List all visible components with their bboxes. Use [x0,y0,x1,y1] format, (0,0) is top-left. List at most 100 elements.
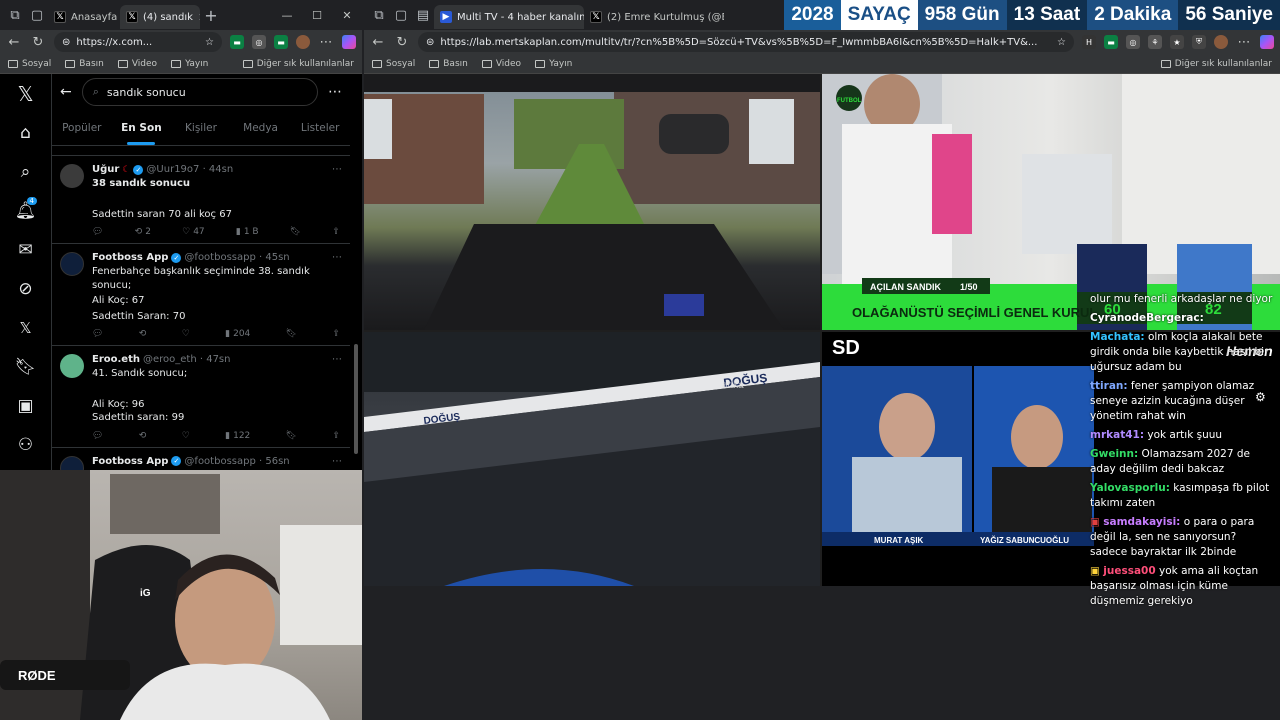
maximize-icon[interactable]: ☐ [302,9,332,22]
reply-icon[interactable]: 💬︎ [92,329,103,339]
profile-icon[interactable]: ⧉ [368,4,390,26]
premium-icon[interactable]: 𝕏 [0,308,51,347]
tweet[interactable]: Eroo.eth @eroo_eth · 47sn ⋯ 41. Sandık s… [52,346,350,448]
tab-x-profile[interactable]: 𝕏 (2) Emre Kurtulmuş (@EmreKurtu [584,5,724,29]
bookmark-folder[interactable]: Sosyal [372,59,415,69]
address-bar[interactable]: ⊜ https://lab.mertskaplan.com/multitv/tr… [418,32,1074,52]
address-bar[interactable]: ⊜ https://x.com... ☆ [54,32,222,52]
menu-icon[interactable]: ⋯ [1236,35,1252,50]
extension-icon[interactable]: ▬ [1104,35,1118,49]
close-window-icon[interactable]: ✕ [332,9,362,22]
tweet-handle[interactable]: @footbossapp · 56sn [184,456,289,467]
shield-icon[interactable]: ⛨ [1192,35,1206,49]
retweet-button[interactable]: ⟲ 2 [135,227,151,237]
tab-multitv[interactable]: ▶ Multi TV - 4 haber kanalını a ✕ [434,5,584,29]
scrollbar[interactable] [354,344,358,454]
tweet-handle[interactable]: @Uur19o7 · 44sn [146,164,233,175]
star-icon[interactable]: ☆ [1057,37,1066,48]
tab-people[interactable]: Kişiler [171,110,231,145]
bookmark-folder[interactable]: Yayın [171,59,208,69]
avatar[interactable] [60,164,84,188]
more-options-icon[interactable]: ⋯ [332,252,342,263]
favorites-icon[interactable]: ★ [1170,35,1184,49]
extension-icon[interactable]: H [1082,35,1096,49]
avatar[interactable] [60,354,84,378]
bookmark-icon[interactable]: 🔖︎ [290,227,301,237]
tweet[interactable]: Uğur ☾ ✓ @Uur19o7 · 44sn ⋯ 38 sandık son… [52,156,350,244]
tweet-author[interactable]: Uğur [92,164,119,175]
video-feed-stadium[interactable]: DOĞUŞ DOĞUŞ anka [364,332,820,586]
communities-icon[interactable]: ⚇ [0,425,51,464]
tab-home[interactable]: 𝕏 Anasayfa / [48,5,120,29]
avatar[interactable] [60,455,84,470]
tweet-handle[interactable]: @footbossapp · 45sn [184,252,289,263]
tab-search[interactable]: 𝕏 (4) sandık ✕ [120,5,200,29]
more-options-icon[interactable]: ⋯ [332,354,342,365]
x-logo-icon[interactable]: 𝕏 [0,74,51,113]
retweet-icon[interactable]: ⟲ [139,329,147,339]
more-options-icon[interactable]: ⋯ [332,164,342,175]
extension-icon[interactable]: ◎ [1126,35,1140,49]
like-button[interactable]: ♡ 47 [182,227,205,237]
reload-icon[interactable]: ↻ [394,35,410,50]
share-icon[interactable]: ⇪ [332,431,340,441]
bookmark-folder[interactable]: Video [117,59,157,69]
extension-icon[interactable]: ▬ [274,35,288,49]
tab-latest[interactable]: En Son [112,110,172,145]
extension-icon[interactable]: ⚘ [1148,35,1162,49]
tweet-author[interactable]: Eroo.eth [92,354,140,365]
copilot-icon[interactable] [1260,35,1274,49]
views-button[interactable]: ▮ 204 [225,329,250,339]
bookmark-folder[interactable]: Yayın [535,59,572,69]
bookmark-folder[interactable]: Basın [429,59,468,69]
retweet-icon[interactable]: ⟲ [139,431,147,441]
bookmark-folder[interactable]: Sosyal [8,59,51,69]
copilot-icon[interactable] [342,35,356,49]
more-options-icon[interactable]: ⋯ [328,84,342,100]
tweet[interactable]: Footboss App ✓ @footbossapp · 45sn ⋯ Fen… [52,244,350,346]
site-info-icon[interactable]: ⊜ [62,37,70,48]
messages-icon[interactable]: ✉ [0,230,51,269]
tab-actions-icon[interactable]: ▢ [26,4,48,26]
profile-icon[interactable]: ⧉ [4,4,26,26]
new-tab-button[interactable]: + [200,4,222,26]
bookmark-icon[interactable]: 🔖︎ [286,329,297,339]
tweet[interactable]: Footboss App ✓ @footbossapp · 56sn ⋯ [52,448,350,470]
share-icon[interactable]: ⇪ [332,329,340,339]
other-bookmarks[interactable]: Diğer sık kullanılanlar [242,59,354,69]
tab-popular[interactable]: Popüler [52,110,112,145]
search-input[interactable]: ⌕ sandık sonucu [81,78,318,106]
tweet-author[interactable]: Footboss App [92,252,168,263]
search-icon[interactable]: ⌕ [0,152,51,191]
workspace-icon[interactable]: ▤ [412,4,434,26]
star-icon[interactable]: ☆ [205,37,214,48]
back-arrow-icon[interactable]: ← [60,84,72,100]
views-button[interactable]: ▮ 1 B [236,227,259,237]
tweet-author[interactable]: Footboss App [92,456,168,467]
extension-icon[interactable]: ▬ [230,35,244,49]
views-button[interactable]: ▮ 122 [225,431,250,441]
bookmark-folder[interactable]: Video [481,59,521,69]
avatar[interactable] [1214,35,1228,49]
site-info-icon[interactable]: ⊜ [426,37,434,48]
reply-icon[interactable]: 💬︎ [92,431,103,441]
tab-lists[interactable]: Listeler [290,110,350,145]
other-bookmarks[interactable]: Diğer sık kullanılanlar [1160,59,1272,69]
share-icon[interactable]: ⇪ [332,227,340,237]
video-feed-tram[interactable] [364,74,820,330]
tab-media[interactable]: Medya [231,110,291,145]
back-icon[interactable]: ← [370,35,386,50]
avatar[interactable] [296,35,310,49]
notifications-icon[interactable]: 🔔︎ 4 [0,191,51,230]
avatar[interactable] [60,252,84,276]
bookmark-icon[interactable]: 🔖︎ [286,431,297,441]
reply-icon[interactable]: 💬︎ [92,227,103,237]
like-icon[interactable]: ♡ [182,329,190,339]
more-options-icon[interactable]: ⋯ [332,456,342,467]
like-icon[interactable]: ♡ [182,431,190,441]
minimize-icon[interactable]: — [272,9,302,22]
extension-icon[interactable]: ◎ [252,35,266,49]
home-icon[interactable]: ⌂ [0,113,51,152]
bookmarks-icon[interactable]: 🔖︎ [0,347,51,386]
back-icon[interactable]: ← [6,35,22,50]
